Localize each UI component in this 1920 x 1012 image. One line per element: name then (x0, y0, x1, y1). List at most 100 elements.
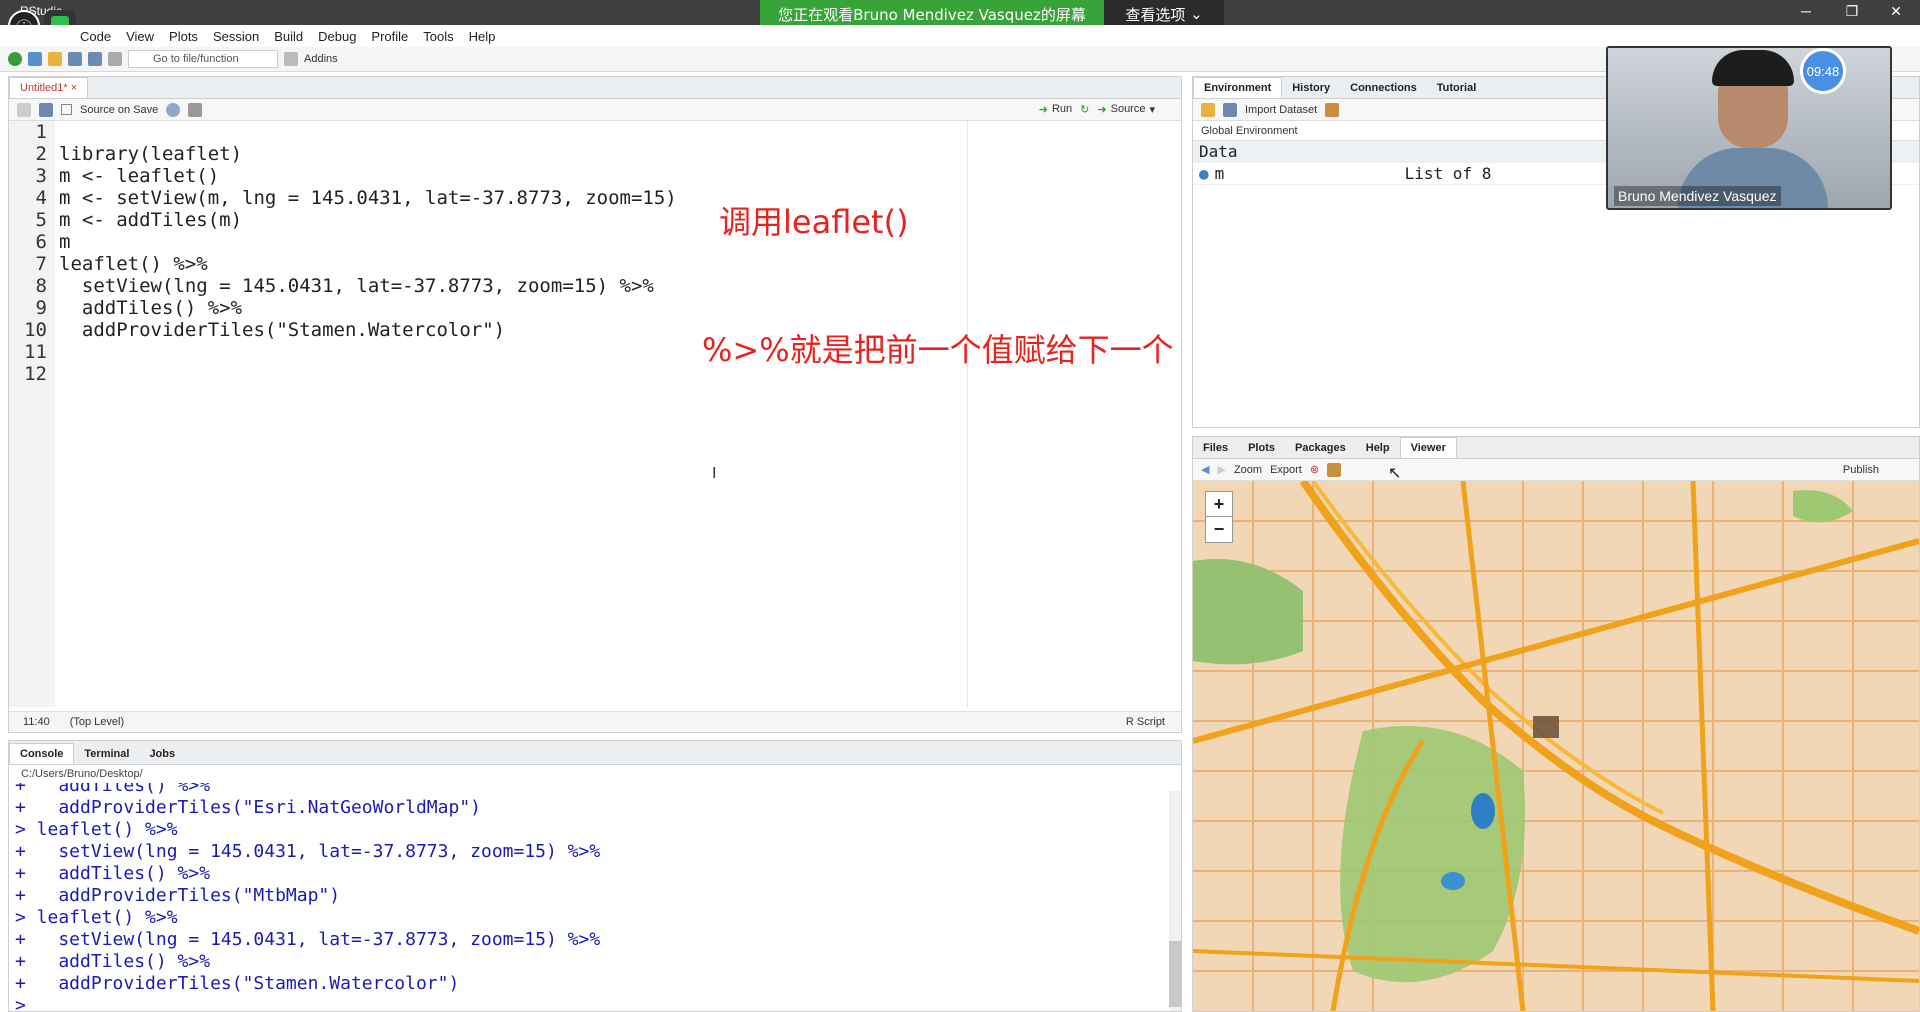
tab-terminal[interactable]: Terminal (74, 744, 139, 764)
view-options-label: 查看选项 (1125, 5, 1186, 24)
broom-icon[interactable] (1327, 462, 1342, 477)
tab-viewer[interactable]: Viewer (1399, 437, 1457, 458)
maximize-button[interactable]: ❐ (1832, 0, 1872, 22)
source-button[interactable]: ➜ Source ▾ (1097, 103, 1155, 116)
code-line: library(leaflet) (59, 143, 243, 165)
save-editor-icon[interactable] (39, 102, 53, 117)
menu-code[interactable]: Code (80, 29, 111, 44)
broom-icon[interactable] (1325, 102, 1340, 117)
forward-icon[interactable]: ▶ (1217, 463, 1225, 476)
console-path: C:/Users/Bruno/Desktop/ (21, 768, 143, 780)
console-line: + addProviderTiles("MtbMap") (15, 885, 341, 906)
print-icon[interactable] (108, 52, 122, 66)
tab-console[interactable]: Console (9, 743, 75, 764)
margin-line (967, 121, 968, 707)
minimize-button[interactable]: ─ (1786, 0, 1826, 22)
file-type-selector[interactable]: R Script (1126, 716, 1165, 728)
tab-help[interactable]: Help (1356, 438, 1400, 458)
source-on-save-label: Source on Save (80, 103, 159, 116)
tab-jobs[interactable]: Jobs (139, 744, 185, 764)
tab-packages[interactable]: Packages (1285, 438, 1356, 458)
env-var-value: List of 8 (1404, 164, 1492, 183)
console-pane: Console Terminal Jobs C:/Users/Bruno/Des… (8, 740, 1182, 1012)
menu-debug[interactable]: Debug (318, 29, 356, 44)
viewer-tabstrip: Files Plots Packages Help Viewer (1193, 437, 1919, 459)
annotation-leaflet: 调用leaflet() (719, 203, 909, 241)
text-cursor: I (712, 465, 717, 482)
code-line: setView(lng = 145.0431, lat=-37.8773, zo… (59, 275, 654, 297)
run-button[interactable]: ➜ Run (1039, 103, 1072, 116)
close-button[interactable]: ✕ (1876, 0, 1916, 22)
menu-session[interactable]: Session (213, 29, 259, 44)
code-line: leaflet() %>% (59, 253, 208, 275)
watercolor-map-tiles (1193, 481, 1919, 1011)
global-env-selector[interactable]: Global Environment (1201, 125, 1298, 137)
env-var-name: m (1214, 164, 1225, 183)
editor-toolbar: Source on Save ➜ Run ↻ ➜ Source ▾ (9, 99, 1181, 121)
console-line: + setView(lng = 145.0431, lat=-37.8773, … (15, 929, 601, 950)
expand-icon[interactable]: ● (1199, 163, 1209, 184)
tab-plots[interactable]: Plots (1238, 438, 1285, 458)
participant-video[interactable]: Bruno Mendivez Vasquez 09:48 (1606, 46, 1892, 210)
viewer-pane: Files Plots Packages Help Viewer ◀ ▶ Zoo… (1192, 436, 1920, 1012)
save-workspace-icon[interactable] (1223, 102, 1237, 117)
tab-history[interactable]: History (1282, 78, 1340, 98)
console-tabstrip: Console Terminal Jobs (9, 741, 1181, 765)
back-icon[interactable]: ◀ (1201, 463, 1209, 476)
grid-icon[interactable] (284, 52, 298, 66)
publish-button[interactable]: Publish (1843, 464, 1879, 476)
menu-profile[interactable]: Profile (371, 29, 408, 44)
console-line: + setView(lng = 145.0431, lat=-37.8773, … (15, 841, 601, 862)
tab-connections[interactable]: Connections (1340, 78, 1427, 98)
zoom-in-button[interactable]: + (1205, 491, 1233, 517)
console-line: + addTiles() %>% (15, 863, 211, 884)
addins-button[interactable]: Addins (304, 53, 338, 65)
viewer-toolbar: ◀ ▶ Zoom Export ⊗ Publish (1193, 459, 1919, 481)
import-dataset-button[interactable]: Import Dataset (1245, 104, 1317, 116)
load-workspace-icon[interactable] (1201, 102, 1215, 117)
view-options-button[interactable]: 查看选项 ⌄ (1104, 0, 1224, 28)
console-scrollbar[interactable] (1169, 791, 1181, 1011)
menu-tools[interactable]: Tools (423, 29, 453, 44)
menu-bar: Code View Plots Session Build Debug Prof… (0, 25, 1920, 47)
search-icon[interactable] (166, 102, 181, 117)
save-all-icon[interactable] (88, 52, 102, 66)
mouse-pointer: ↖ (1388, 465, 1402, 482)
menu-help[interactable]: Help (469, 29, 496, 44)
new-file-icon[interactable] (8, 52, 22, 66)
open-file-icon[interactable] (48, 52, 62, 66)
goto-file-placeholder: Go to file/function (153, 53, 239, 65)
clear-viewer-icon[interactable]: ⊗ (1310, 463, 1319, 476)
console-output[interactable]: + addTiles() %>% + addProviderTiles("Esr… (9, 783, 1181, 1011)
source-on-save-checkbox[interactable] (61, 104, 72, 115)
console-line: > leaflet() %>% (15, 907, 178, 928)
export-button[interactable]: Export (1270, 464, 1302, 476)
save-icon[interactable] (68, 52, 82, 66)
code-line: addTiles() %>% (59, 297, 243, 319)
menu-view[interactable]: View (126, 29, 154, 44)
magic-wand-icon[interactable] (188, 102, 203, 117)
rerun-icon[interactable]: ↻ (1080, 103, 1089, 116)
participant-name: Bruno Mendivez Vasquez (1614, 186, 1781, 206)
new-project-icon[interactable] (28, 52, 42, 66)
tab-tutorial[interactable]: Tutorial (1427, 78, 1487, 98)
zoom-button[interactable]: Zoom (1234, 464, 1262, 476)
editor-tabstrip: Untitled1* × (9, 77, 1181, 99)
console-line: + addProviderTiles("Stamen.Watercolor") (15, 973, 460, 994)
leaflet-map[interactable]: + − (1193, 481, 1919, 1011)
back-arrow-icon[interactable] (17, 102, 31, 117)
menu-plots[interactable]: Plots (169, 29, 198, 44)
console-line: > leaflet() %>% (15, 819, 178, 840)
zoom-out-button[interactable]: − (1205, 517, 1233, 543)
source-icon: ➜ (1097, 104, 1107, 116)
tab-environment[interactable]: Environment (1193, 77, 1283, 98)
run-icon: ➜ (1038, 104, 1048, 116)
goto-file-input[interactable]: Go to file/function (128, 50, 278, 68)
scope-selector[interactable]: (Top Level) (70, 716, 124, 728)
editor-pane: Untitled1* × Source on Save ➜ Run ↻ ➜ Sour… (8, 76, 1182, 733)
annotation-pipe: %>%就是把前一个值赋给下一个 (702, 331, 1174, 369)
menu-build[interactable]: Build (274, 29, 303, 44)
tab-files[interactable]: Files (1193, 438, 1238, 458)
tab-untitled1[interactable]: Untitled1* × (9, 77, 89, 98)
console-prompt: > (15, 995, 37, 1011)
